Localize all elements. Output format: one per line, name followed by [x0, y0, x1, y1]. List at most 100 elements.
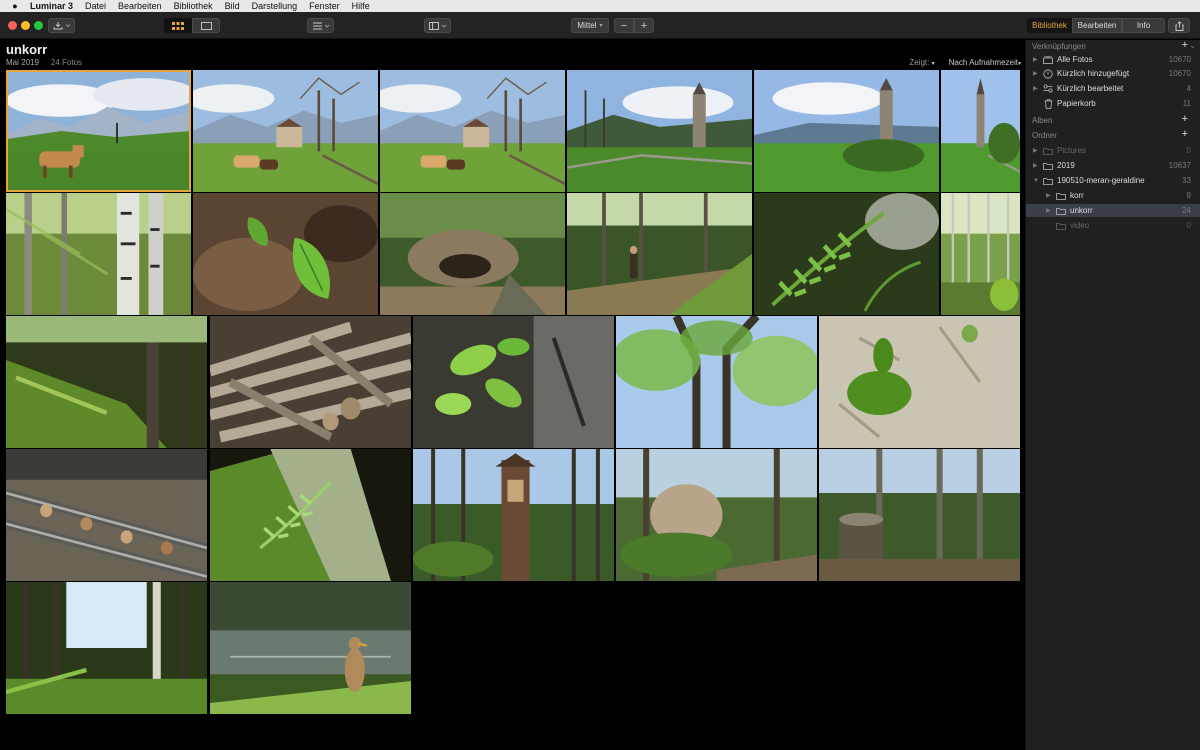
list-icon	[312, 22, 329, 29]
chevron-down-icon[interactable]: ⌄	[1189, 41, 1196, 50]
folder-label: 190510-meran-geraldine	[1057, 176, 1145, 185]
add-album-button[interactable]: +	[1182, 114, 1188, 125]
apple-menu-icon[interactable]: ●	[0, 1, 30, 11]
expand-arrow-icon[interactable]: ▶	[1033, 85, 1038, 92]
chevron-down-icon: ▾	[931, 61, 935, 67]
expand-arrow-icon[interactable]: ▶	[1033, 56, 1038, 63]
shortcut-alle-fotos[interactable]: ▶ Alle Fotos 10670	[1026, 53, 1200, 66]
shortcut-count: 4	[1186, 84, 1191, 93]
menu-bearbeiten[interactable]: Bearbeiten	[118, 1, 162, 11]
sidebar-layout-button[interactable]	[424, 18, 451, 33]
photo-thumbnail[interactable]	[6, 316, 207, 448]
import-icon	[53, 22, 70, 30]
tab-bearbeiten[interactable]: Bearbeiten	[1072, 18, 1122, 33]
folder-icon	[1043, 161, 1053, 170]
share-button[interactable]	[1168, 18, 1190, 33]
expand-arrow-icon[interactable]: ▼	[1033, 178, 1039, 184]
mode-tabs: Bibliothek Bearbeiten Info	[1027, 18, 1165, 33]
folder-icon	[1056, 221, 1066, 230]
tab-bibliothek[interactable]: Bibliothek	[1027, 18, 1072, 33]
photo-thumbnail[interactable]	[941, 193, 1020, 315]
photo-thumbnail[interactable]	[941, 70, 1020, 192]
folder-icon	[1056, 191, 1066, 200]
grid-view-button[interactable]	[164, 18, 192, 33]
library-sidebar: Verknüpfungen + ⌄ ▶ Alle Fotos 10670 ▶ K…	[1025, 40, 1200, 750]
import-button[interactable]	[48, 18, 75, 33]
sort-controls: Zeigt: ▾ Nach Aufnahmezeit▾	[909, 58, 1021, 67]
photo-thumbnail[interactable]	[6, 582, 207, 714]
sort-dropdown[interactable]: Nach Aufnahmezeit▾	[949, 58, 1021, 67]
shortcut-label: Papierkorb	[1057, 99, 1096, 108]
grid-icon	[172, 21, 184, 30]
photo-thumbnail[interactable]	[567, 70, 752, 192]
folders-header: Ordner	[1032, 131, 1057, 140]
folder-label: 2019	[1057, 161, 1075, 170]
add-shortcut-button[interactable]: +	[1182, 40, 1188, 51]
menu-hilfe[interactable]: Hilfe	[352, 1, 370, 11]
photo-thumbnail[interactable]	[819, 449, 1020, 581]
photo-thumbnail[interactable]	[567, 193, 752, 315]
photo-thumbnail[interactable]	[193, 193, 378, 315]
tab-info[interactable]: Info	[1122, 18, 1165, 33]
menu-datei[interactable]: Datei	[85, 1, 106, 11]
zoom-out-label: −	[620, 19, 628, 32]
single-image-icon	[200, 21, 212, 30]
photos-icon	[1043, 55, 1053, 64]
photo-thumbnail[interactable]	[380, 70, 565, 192]
folder-item[interactable]: ▶ 2019 10637	[1026, 159, 1200, 172]
photo-thumbnail[interactable]	[819, 316, 1020, 448]
chevron-down-icon: ▾	[1017, 61, 1021, 67]
gallery-date: Mai 2019	[6, 58, 39, 67]
photo-thumbnail[interactable]	[6, 70, 191, 192]
folder-item[interactable]: ▼ 190510-meran-geraldine 33	[1026, 174, 1200, 187]
expand-arrow-icon[interactable]: ▶	[1046, 192, 1051, 199]
photo-thumbnail[interactable]	[193, 70, 378, 192]
shortcut-count: 10670	[1168, 55, 1191, 64]
photo-thumbnail[interactable]	[210, 316, 411, 448]
shortcut-kuerzlich-hinzugefuegt[interactable]: ▶ Kürzlich hinzugefügt 10670	[1026, 67, 1200, 80]
expand-arrow-icon[interactable]: ▶	[1033, 162, 1038, 169]
photo-thumbnail[interactable]	[616, 316, 817, 448]
photo-thumbnail[interactable]	[616, 449, 817, 581]
photo-thumbnail[interactable]	[6, 193, 191, 315]
shortcut-label: Kürzlich bearbeitet	[1057, 84, 1124, 93]
menu-fenster[interactable]: Fenster	[309, 1, 340, 11]
menu-bibliothek[interactable]: Bibliothek	[174, 1, 213, 11]
close-window-button[interactable]	[8, 21, 17, 30]
folder-label: video	[1070, 221, 1090, 230]
shortcut-count: 10670	[1168, 69, 1191, 78]
show-filter-dropdown[interactable]: Zeigt: ▾	[909, 58, 934, 67]
maximize-window-button[interactable]	[34, 21, 43, 30]
sidebar-layout-icon	[428, 21, 446, 30]
folder-count: 0	[1186, 146, 1191, 155]
minimize-window-button[interactable]	[21, 21, 30, 30]
shortcut-papierkorb[interactable]: Papierkorb 11	[1026, 97, 1200, 110]
show-filter-label: Zeigt:	[909, 58, 930, 67]
photo-thumbnail[interactable]	[380, 193, 565, 315]
photo-thumbnail[interactable]	[210, 449, 411, 581]
folder-item[interactable]: ▶ unkorr 24	[1026, 204, 1200, 217]
folder-item[interactable]: ▶ Pictures 0	[1026, 144, 1200, 157]
photo-thumbnail[interactable]	[413, 316, 614, 448]
photo-thumbnail[interactable]	[6, 449, 207, 581]
add-folder-button[interactable]: +	[1182, 129, 1188, 140]
expand-arrow-icon[interactable]: ▶	[1033, 70, 1038, 77]
menu-bild[interactable]: Bild	[225, 1, 240, 11]
zoom-in-button[interactable]: +	[634, 18, 654, 33]
photo-thumbnail[interactable]	[210, 582, 411, 714]
folder-icon	[1043, 146, 1053, 155]
photo-thumbnail[interactable]	[413, 449, 614, 581]
expand-arrow-icon[interactable]: ▶	[1033, 147, 1038, 154]
folder-item[interactable]: video 0	[1026, 219, 1200, 232]
zoom-out-button[interactable]: −	[614, 18, 634, 33]
list-view-button[interactable]	[307, 18, 334, 33]
thumbnail-size-select[interactable]: Mittel ▾	[571, 18, 609, 33]
shortcut-kuerzlich-bearbeitet[interactable]: ▶ Kürzlich bearbeitet 4	[1026, 82, 1200, 95]
photo-thumbnail[interactable]	[754, 193, 939, 315]
menu-darstellung[interactable]: Darstellung	[252, 1, 298, 11]
folder-item[interactable]: ▶ korr 9	[1026, 189, 1200, 202]
app-menu[interactable]: Luminar 3	[30, 1, 73, 11]
photo-thumbnail[interactable]	[754, 70, 939, 192]
expand-arrow-icon[interactable]: ▶	[1046, 207, 1051, 214]
single-view-button[interactable]	[192, 18, 220, 33]
